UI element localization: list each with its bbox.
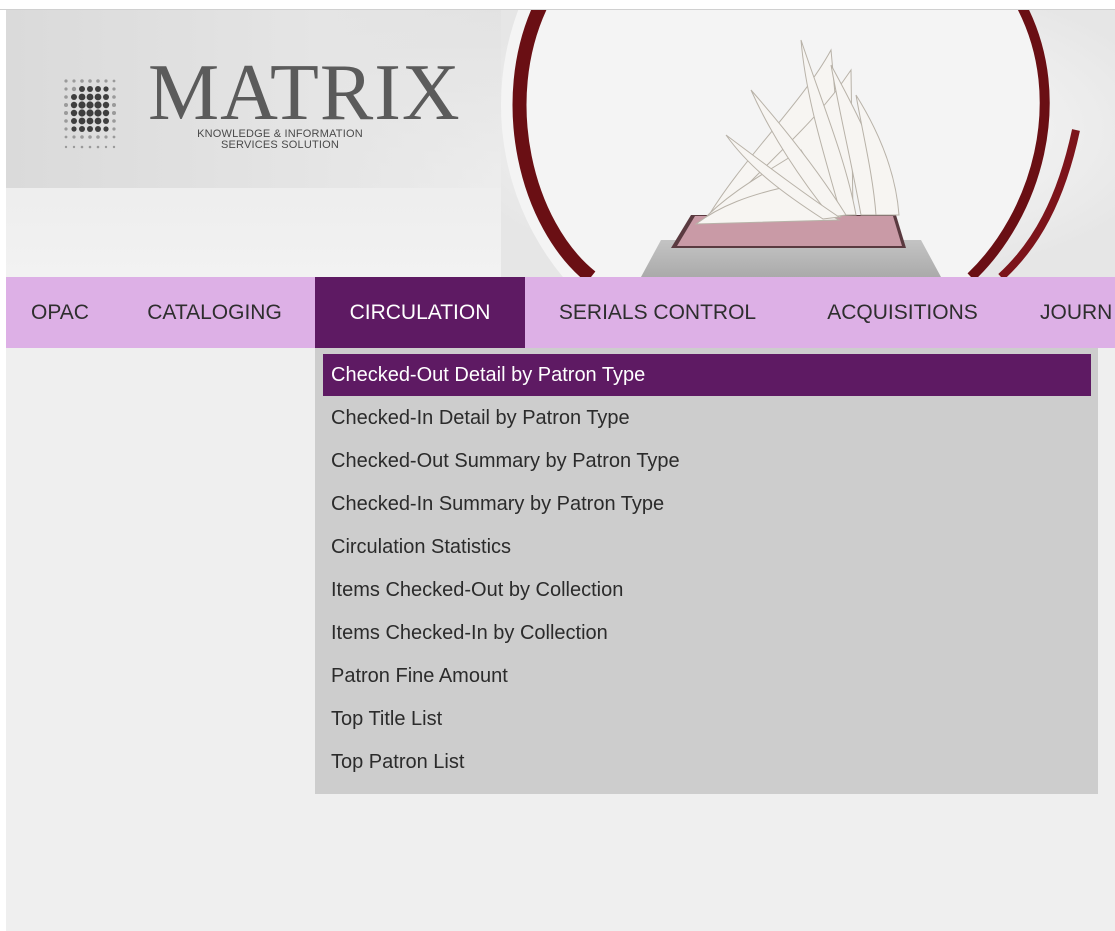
nav-item-opac[interactable]: OPAC [6, 277, 114, 348]
nav-item-journals[interactable]: JOURN [1015, 277, 1115, 348]
nav-item-serials-control[interactable]: SERIALS CONTROL [525, 277, 790, 348]
logo-wordmark: MATRIX [148, 49, 461, 137]
menu-item-checked-in-detail[interactable]: Checked-In Detail by Patron Type [323, 397, 1091, 439]
menu-item-checked-in-summary[interactable]: Checked-In Summary by Patron Type [323, 483, 1091, 525]
menu-item-items-checked-out-by-collection[interactable]: Items Checked-Out by Collection [323, 569, 1091, 611]
nav-item-cataloging[interactable]: CATALOGING [114, 277, 315, 348]
menu-item-top-title-list[interactable]: Top Title List [323, 698, 1091, 740]
nav-item-acquisitions[interactable]: ACQUISITIONS [790, 277, 1015, 348]
menu-item-top-patron-list[interactable]: Top Patron List [323, 741, 1091, 783]
header-book-illustration [501, 10, 1115, 277]
header-banner: MATRIX KNOWLEDGE & INFORMATION SERVICES … [6, 10, 1115, 277]
menu-item-circulation-statistics[interactable]: Circulation Statistics [323, 526, 1091, 568]
logo-tagline-line-2: SERVICES SOLUTION [220, 139, 340, 151]
matrix-logo[interactable]: MATRIX KNOWLEDGE & INFORMATION SERVICES … [56, 53, 460, 175]
menu-item-items-checked-in-by-collection[interactable]: Items Checked-In by Collection [323, 612, 1091, 654]
menu-item-checked-out-detail[interactable]: Checked-Out Detail by Patron Type [323, 354, 1091, 396]
logo-tagline: KNOWLEDGE & INFORMATION SERVICES SOLUTIO… [154, 129, 406, 151]
menu-item-patron-fine-amount[interactable]: Patron Fine Amount [323, 655, 1091, 697]
page: MATRIX KNOWLEDGE & INFORMATION SERVICES … [6, 10, 1115, 931]
circulation-reports-menu: Checked-Out Detail by Patron Type Checke… [315, 348, 1098, 794]
logo-dot-grid-icon [64, 79, 116, 149]
main-nav: OPAC CATALOGING CIRCULATION SERIALS CONT… [6, 277, 1115, 348]
nav-item-circulation[interactable]: CIRCULATION [315, 277, 525, 348]
menu-item-checked-out-summary[interactable]: Checked-Out Summary by Patron Type [323, 440, 1091, 482]
